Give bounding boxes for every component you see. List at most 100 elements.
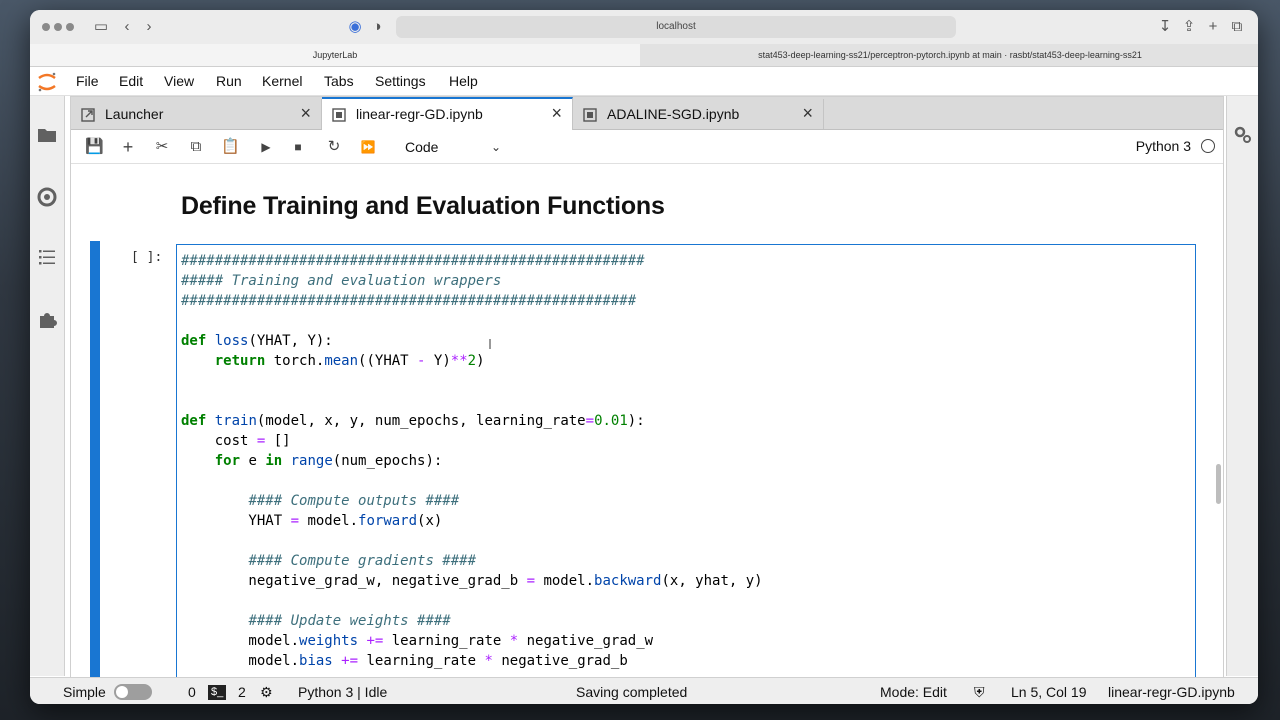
kernel-count[interactable]: 2 — [238, 683, 246, 701]
tab-linear-regr-gd[interactable]: linear-regr-GD.ipynb × — [322, 97, 573, 131]
code-line[interactable]: def loss(YHAT, Y): — [181, 331, 1195, 351]
menu-kernel[interactable]: Kernel — [262, 71, 302, 91]
menu-run[interactable]: Run — [216, 71, 242, 91]
copy-icon[interactable]: ⧉ — [187, 138, 205, 156]
code-line[interactable]: #### Compute gradients #### — [181, 551, 1195, 571]
cursor-position[interactable]: Ln 5, Col 19 — [1011, 683, 1087, 701]
property-inspector-gear-icon[interactable] — [1232, 124, 1254, 146]
forward-arrow-icon[interactable]: › — [140, 18, 158, 36]
shield-icon: ⛨ — [974, 684, 985, 700]
minimize-window-dot[interactable] — [54, 23, 62, 31]
restart-kernel-icon[interactable]: ↻ — [325, 138, 343, 156]
code-line[interactable] — [181, 591, 1195, 611]
notebook-panel[interactable]: Define Training and Evaluation Functions… — [71, 164, 1223, 677]
menu-help[interactable]: Help — [449, 71, 478, 91]
tab-adaline-sgd-label: ADALINE-SGD.ipynb — [607, 106, 740, 122]
terminal-icon: $_ — [208, 685, 227, 700]
menu-settings[interactable]: Settings — [375, 71, 426, 91]
sidebar-toggle-icon[interactable]: ▭ — [92, 18, 110, 36]
simple-mode-label: Simple — [63, 684, 106, 700]
browser-window: ▭ ‹ › ◉ ◑ localhost ↧ ⇪ + ⧉ JupyterLab s… — [30, 10, 1258, 704]
code-line[interactable] — [181, 471, 1195, 491]
menu-view[interactable]: View — [164, 71, 194, 91]
close-icon[interactable]: × — [300, 103, 311, 124]
code-cell-editor[interactable]: ########################################… — [176, 244, 1196, 677]
tab-adaline-sgd[interactable]: ADALINE-SGD.ipynb × — [573, 99, 824, 129]
browser-toolbar: ▭ ‹ › ◉ ◑ localhost ↧ ⇪ + ⧉ — [30, 10, 1258, 44]
close-icon[interactable]: × — [802, 103, 813, 124]
main-dock-panel: Launcher × linear-regr-GD.ipynb × ADALIN… — [70, 96, 1224, 678]
code-line[interactable]: ########################################… — [181, 291, 1195, 311]
privacy-shield-icon[interactable]: ◉ — [346, 18, 364, 36]
code-line[interactable]: cost = [] — [181, 431, 1195, 451]
table-of-contents-icon[interactable] — [36, 246, 58, 268]
code-line[interactable]: return torch.mean((YHAT - Y)**2) — [181, 351, 1195, 371]
kernel-name[interactable]: Python 3 — [1136, 138, 1191, 154]
active-cell-marker[interactable] — [90, 241, 100, 677]
menu-tabs[interactable]: Tabs — [324, 71, 354, 91]
code-line[interactable]: #### Update weights #### — [181, 611, 1195, 631]
new-tab-icon[interactable]: + — [1204, 18, 1222, 36]
kernel-status-icon — [1201, 139, 1215, 153]
share-icon[interactable]: ⇪ — [1180, 18, 1198, 36]
browser-tab-jupyterlab[interactable]: JupyterLab — [30, 44, 640, 66]
browser-tab-github[interactable]: stat453-deep-learning-ss21/perceptron-py… — [642, 44, 1258, 66]
extension-manager-icon[interactable] — [36, 308, 58, 330]
tab-launcher-label: Launcher — [105, 106, 164, 122]
zoom-window-dot[interactable] — [66, 23, 74, 31]
address-bar[interactable]: localhost — [396, 16, 956, 38]
cell-type-dropdown[interactable]: Code ⌄ — [405, 136, 501, 158]
markdown-heading: Define Training and Evaluation Functions — [181, 192, 665, 220]
reader-icon[interactable]: ◑ — [368, 18, 386, 36]
download-icon[interactable]: ↧ — [1156, 18, 1174, 36]
code-line[interactable]: ##### Training and evaluation wrappers — [181, 271, 1195, 291]
simple-mode-toggle[interactable] — [114, 684, 152, 700]
code-content[interactable]: ########################################… — [177, 245, 1195, 671]
run-cell-icon[interactable]: ▶ — [257, 138, 275, 156]
edit-mode: Mode: Edit — [880, 684, 947, 700]
restart-run-all-icon[interactable]: ⏩ — [359, 138, 377, 156]
cut-icon[interactable]: ✂ — [153, 138, 171, 156]
notebook-icon — [583, 108, 597, 122]
kernel-status[interactable]: Python 3 | Idle — [298, 683, 387, 701]
status-bar: Simple 0 $_ 2 ⚙ Python 3 | Idle Saving c… — [30, 677, 1258, 704]
code-line[interactable]: negative_grad_w, negative_grad_b = model… — [181, 571, 1195, 591]
folder-icon[interactable] — [36, 124, 58, 146]
vertical-scrollbar[interactable] — [1216, 464, 1221, 504]
code-line[interactable]: for e in range(num_epochs): — [181, 451, 1195, 471]
code-line[interactable] — [181, 371, 1195, 391]
code-line[interactable]: YHAT = model.forward(x) — [181, 511, 1195, 531]
cell-prompt: [ ]: — [131, 250, 163, 265]
code-line[interactable] — [181, 531, 1195, 551]
chevron-down-icon: ⌄ — [490, 140, 501, 154]
menu-bar: File Edit View Run Kernel Tabs Settings … — [30, 67, 1258, 96]
insert-cell-icon[interactable]: + — [119, 138, 137, 156]
code-line[interactable] — [181, 311, 1195, 331]
save-icon[interactable]: 💾 — [85, 138, 104, 156]
left-activity-bar — [30, 96, 65, 676]
tab-launcher[interactable]: Launcher × — [71, 99, 322, 129]
code-line[interactable]: model.bias += learning_rate * negative_g… — [181, 651, 1195, 671]
tab-overview-icon[interactable]: ⧉ — [1228, 18, 1246, 36]
browser-tab-strip: JupyterLab stat453-deep-learning-ss21/pe… — [30, 44, 1258, 67]
code-line[interactable]: ########################################… — [181, 251, 1195, 271]
back-arrow-icon[interactable]: ‹ — [118, 18, 136, 36]
menu-file[interactable]: File — [76, 71, 99, 91]
interrupt-kernel-icon[interactable]: ■ — [289, 138, 307, 156]
code-line[interactable]: model.weights += learning_rate * negativ… — [181, 631, 1195, 651]
code-line[interactable] — [181, 391, 1195, 411]
paste-icon[interactable]: 📋 — [221, 138, 240, 156]
jupyter-logo-icon — [38, 72, 56, 92]
running-kernels-icon[interactable] — [36, 186, 58, 208]
launcher-icon — [81, 108, 95, 122]
close-icon[interactable]: × — [551, 103, 562, 124]
status-filename: linear-regr-GD.ipynb — [1108, 684, 1235, 700]
menu-edit[interactable]: Edit — [119, 71, 143, 91]
cell-type-value: Code — [405, 139, 439, 155]
code-line[interactable]: #### Compute outputs #### — [181, 491, 1195, 511]
terminal-count[interactable]: 0 — [188, 683, 196, 701]
code-line[interactable]: def train(model, x, y, num_epochs, learn… — [181, 411, 1195, 431]
tab-linear-regr-gd-label: linear-regr-GD.ipynb — [356, 106, 483, 122]
kernel-gear-icon: ⚙ — [260, 684, 273, 700]
close-window-dot[interactable] — [42, 23, 50, 31]
